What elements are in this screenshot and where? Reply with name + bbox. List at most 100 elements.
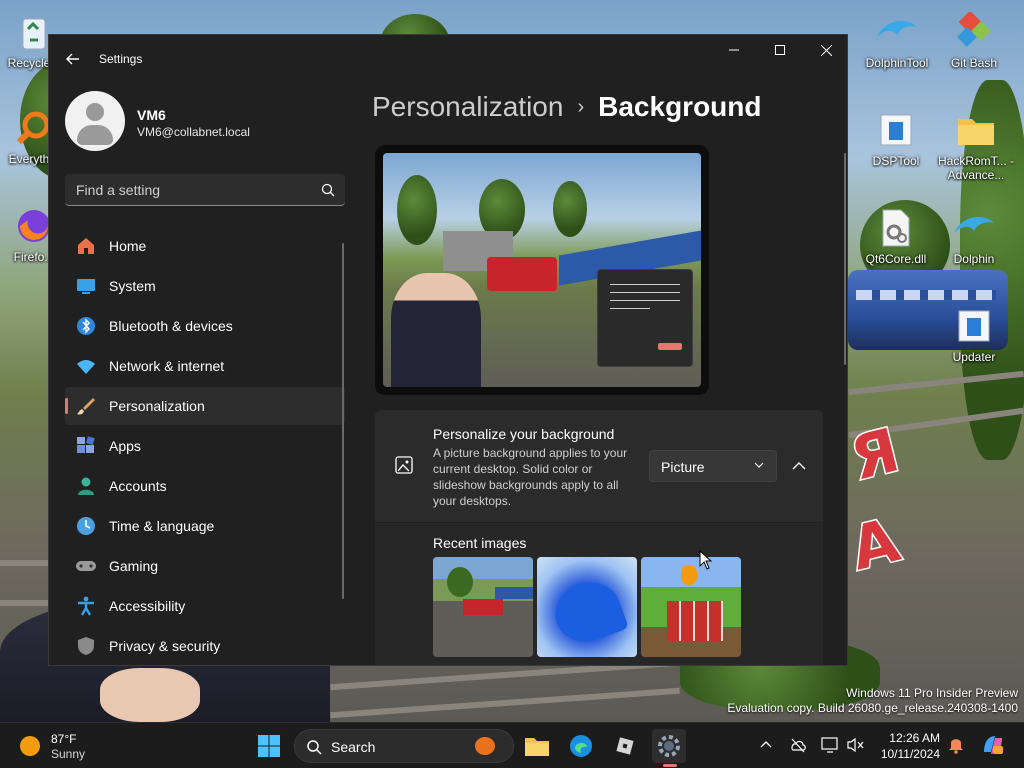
apps-icon [75,435,97,457]
wallpaper-track [330,687,680,719]
breadcrumb-separator: › [577,96,585,118]
taskbar-clock[interactable]: 12:26 AM 10/11/2024 [866,730,940,762]
taskbar-settings[interactable] [652,729,686,763]
minimize-icon [729,49,739,51]
dolphin-icon [875,10,919,54]
find-setting-input[interactable]: Find a setting [65,174,345,206]
folder-icon [525,738,549,756]
desktop-icon-label: Dolphin [953,252,995,266]
taskbar: 87°F Sunny Search 12:26 AM 10/11/2024 [0,722,1024,768]
background-type-dropdown[interactable]: Picture [649,450,777,482]
recent-image-thumb-tnt[interactable] [641,557,741,657]
sidebar-item-home[interactable]: Home [65,227,345,265]
clock-globe-icon [75,515,97,537]
home-icon [75,235,97,257]
wallpaper-red-letter: А [843,504,908,586]
window-title: Settings [99,52,143,66]
sidebar-item-time-language[interactable]: Time & language [65,507,345,545]
sidebar-item-bluetooth[interactable]: Bluetooth & devices [65,307,345,345]
clock-date: 10/11/2024 [880,747,940,761]
sidebar-item-accessibility[interactable]: Accessibility [65,587,345,625]
dolphin-icon [952,206,996,250]
sidebar-item-apps[interactable]: Apps [65,427,345,465]
sidebar-item-privacy[interactable]: Privacy & security [65,627,345,665]
folder-icon [954,108,998,152]
display-status-button[interactable] [820,735,840,755]
network-status-button[interactable] [788,735,808,755]
minimize-button[interactable] [711,35,757,65]
desktop-icon-updater[interactable]: Updater [936,304,1012,364]
desktop-icon-dsptool[interactable]: DSPTool [858,108,934,168]
back-button[interactable] [63,49,83,69]
thumb-red-locomotive [463,599,503,615]
preview-wallpaper [383,153,701,387]
volume-button[interactable] [846,735,866,755]
preview-dialog-line [610,308,650,309]
desktop-icon-dolphintool[interactable]: DolphinTool [858,10,936,70]
avatar[interactable] [65,91,125,151]
weather-widget[interactable]: 87°F Sunny [20,730,140,762]
sidebar-item-system[interactable]: System [65,267,345,305]
taskbar-edge[interactable] [564,729,598,763]
chevron-up-icon[interactable] [789,456,809,476]
gamepad-icon [75,555,97,577]
recent-image-thumb-bloom[interactable] [537,557,637,657]
taskbar-search[interactable]: Search [294,729,514,763]
weather-condition: Sunny [51,747,86,761]
wallpaper-track [0,560,48,566]
user-email: VM6@collabnet.local [137,125,250,139]
notifications-button[interactable] [946,735,966,755]
desktop-icon-git-bash[interactable]: Git Bash [936,10,1012,70]
desktop-icon-label: DSPTool [872,154,920,168]
thumb-blue-train [495,587,533,599]
breadcrumb-parent[interactable]: Personalization [372,91,563,122]
desktop-icon-hackromtools[interactable]: HackRomT... - Advance... [936,108,1016,182]
sidebar-scrollbar[interactable] [342,243,344,599]
main-scrollbar[interactable] [844,153,846,365]
avatar-head [86,103,104,121]
user-name: VM6 [137,107,166,123]
taskbar-roblox[interactable] [608,729,642,763]
sidebar-item-label: Gaming [109,558,159,574]
show-hidden-icons-button[interactable] [756,735,776,755]
bluetooth-icon [75,315,97,337]
sidebar-item-label: Personalization [109,398,205,414]
dll-file-icon [874,206,918,250]
taskbar-file-explorer[interactable] [520,729,554,763]
title-bar[interactable]: Settings [49,35,847,81]
speaker-muted-icon [847,737,864,753]
sidebar-item-personalization[interactable]: Personalization [65,387,345,425]
taskbar-search-label: Search [331,739,376,755]
search-icon [321,183,335,197]
preview-dialog-line [610,292,680,293]
desktop-icon-qt6core[interactable]: Qt6Core.dll [858,206,934,266]
cloud-offline-icon [791,738,806,753]
monitor-icon [821,737,838,753]
desktop-icon-dolphin[interactable]: Dolphin [936,206,1012,266]
desktop-icon-label: Qt6Core.dll [865,252,927,266]
shield-icon [75,635,97,657]
sidebar-item-accounts[interactable]: Accounts [65,467,345,505]
page-title: Background [598,91,762,122]
roblox-icon [616,737,634,755]
maximize-button[interactable] [757,35,803,65]
close-button[interactable] [803,35,847,65]
card-description: A picture background applies to your cur… [433,446,628,508]
recent-image-thumb-train[interactable] [433,557,533,657]
app-window-icon [874,108,918,152]
avatar-body [77,125,113,145]
sun-icon [20,736,40,756]
breadcrumb: Personalization › Background [372,91,761,123]
gear-icon [658,735,680,757]
sidebar-item-gaming[interactable]: Gaming [65,547,345,585]
dropdown-value: Picture [661,459,705,475]
sidebar-item-label: Home [109,238,147,254]
preview-dialog-button [658,343,682,350]
app-window-icon [952,304,996,348]
sidebar-item-network[interactable]: Network & internet [65,347,345,385]
windows-logo-icon [258,735,280,757]
personalize-background-card[interactable]: Personalize your background A picture ba… [375,410,823,522]
settings-window: Settings VM6 VM6@collabnet.local Find a … [48,34,848,666]
copilot-button[interactable] [980,735,1006,755]
start-button[interactable] [252,729,286,763]
